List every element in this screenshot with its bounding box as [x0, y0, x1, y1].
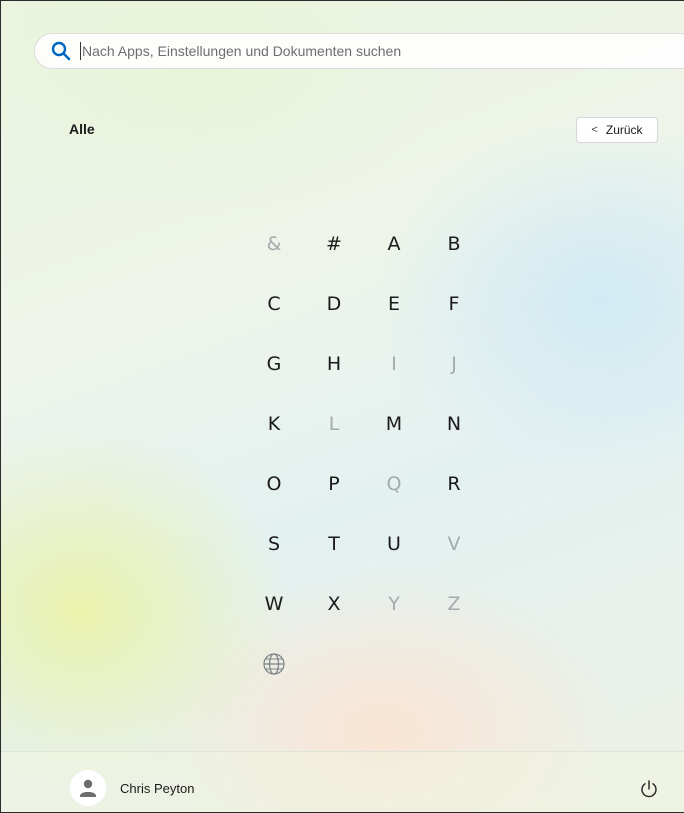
chevron-left-icon: <: [591, 124, 598, 136]
letter-l: L: [328, 413, 340, 435]
letter-u[interactable]: U: [364, 514, 424, 574]
letter-o[interactable]: O: [244, 454, 304, 514]
letter-q: Q: [386, 473, 402, 495]
letter-w[interactable]: W: [244, 574, 304, 634]
letter-y: Y: [388, 593, 400, 615]
letter-m[interactable]: M: [364, 394, 424, 454]
start-menu: Alle < Zurück &#AB CDEF GH I J K L MN OPQR STU V WX…: [0, 0, 684, 813]
back-button[interactable]: < Zurück: [576, 117, 658, 143]
letter-c[interactable]: C: [244, 274, 304, 334]
letter-ampersand: &: [266, 233, 282, 255]
letter-s[interactable]: S: [244, 514, 304, 574]
letter-d[interactable]: D: [304, 274, 364, 334]
letter-b[interactable]: B: [424, 214, 484, 274]
power-icon: [641, 780, 657, 798]
person-icon: [80, 779, 96, 797]
section-title: Alle: [69, 121, 95, 137]
letter-a[interactable]: A: [364, 214, 424, 274]
user-name[interactable]: Chris Peyton: [120, 781, 194, 796]
letter-hash[interactable]: #: [304, 214, 364, 274]
letter-x[interactable]: X: [304, 574, 364, 634]
letter-k[interactable]: K: [244, 394, 304, 454]
letter-j: J: [451, 353, 457, 375]
power-button[interactable]: [637, 777, 661, 801]
letter-p[interactable]: P: [304, 454, 364, 514]
user-avatar[interactable]: [70, 770, 106, 806]
letter-n[interactable]: N: [424, 394, 484, 454]
letter-r[interactable]: R: [424, 454, 484, 514]
letter-index-grid: & # A B C D E F G H I J K L M N O P Q R S T U V W X Y Z: [244, 214, 484, 694]
letter-h[interactable]: H: [304, 334, 364, 394]
letter-z: Z: [447, 593, 461, 615]
letter-i: I: [391, 353, 397, 375]
search-icon: [50, 40, 72, 62]
letter-g[interactable]: G: [244, 334, 304, 394]
back-button-label: Zurück: [605, 123, 643, 137]
search-input[interactable]: [82, 43, 502, 59]
globe-icon: [244, 634, 304, 694]
letter-t[interactable]: T: [304, 514, 364, 574]
text-cursor: [80, 42, 81, 60]
search-box[interactable]: [34, 33, 684, 69]
letter-f[interactable]: F: [424, 274, 484, 334]
letter-v: V: [447, 533, 461, 555]
letter-e[interactable]: E: [364, 274, 424, 334]
